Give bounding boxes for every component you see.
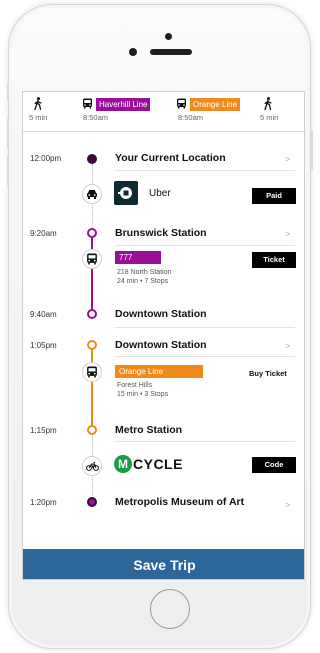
- trip-summary: 5 min Haverhill Line 8:50am Orange Line …: [23, 92, 304, 132]
- front-camera-icon: [165, 33, 172, 40]
- bus-icon: [82, 98, 93, 109]
- leg1-departure-time: 8:50am: [83, 113, 109, 122]
- mcycle-brand-text: CYCLE: [133, 456, 183, 472]
- divider: [115, 356, 295, 357]
- bus-duration: 24 min • 7 Stops: [117, 278, 169, 285]
- volume-up-button: [7, 118, 9, 148]
- walk-icon: [263, 97, 273, 110]
- route-777-badge: 777: [115, 251, 161, 264]
- sensor-icon: [129, 48, 137, 56]
- current-location-title[interactable]: Your Current Location: [115, 152, 226, 164]
- power-button: [311, 130, 313, 170]
- orange-line-badge: Orange Line: [190, 98, 241, 111]
- divider: [115, 327, 295, 328]
- metro-marker: [87, 425, 97, 435]
- car-icon: [87, 190, 97, 199]
- chevron-right-icon[interactable]: >: [285, 341, 290, 351]
- bike-mode-circle: [82, 456, 102, 476]
- app-screen: 5 min Haverhill Line 8:50am Orange Line …: [22, 91, 305, 580]
- volume-down-button: [7, 156, 9, 186]
- downtown-depart-title[interactable]: Downtown Station: [115, 339, 207, 351]
- bus-destination: 218 North Station: [117, 269, 172, 276]
- bus-icon: [87, 253, 97, 265]
- bus-icon: [176, 98, 187, 109]
- brunswick-title[interactable]: Brunswick Station: [115, 227, 207, 239]
- mute-switch: [7, 82, 9, 100]
- metro-title[interactable]: Metro Station: [115, 424, 182, 436]
- speaker-grille: [150, 49, 192, 55]
- metro-time: 1:15pm: [30, 426, 57, 435]
- car-mode-circle: [82, 184, 102, 204]
- current-location-time: 12:00pm: [30, 154, 62, 163]
- museum-marker: [87, 497, 97, 507]
- chevron-right-icon[interactable]: >: [285, 229, 290, 239]
- code-button[interactable]: Code: [252, 457, 296, 473]
- mcycle-logo-icon: M: [114, 455, 132, 473]
- walk-icon: [33, 97, 43, 110]
- walk-end-duration: 5 min: [260, 113, 279, 122]
- downtown-arrive-time: 9:40am: [30, 310, 57, 319]
- home-button[interactable]: [150, 589, 190, 629]
- uber-logo-icon: [114, 181, 138, 205]
- brunswick-time: 9:20am: [30, 229, 57, 238]
- downtown-depart-time: 1:05pm: [30, 341, 57, 350]
- museum-title[interactable]: Metropolis Museum of Art: [115, 496, 244, 508]
- orange-line-route-badge: Orange Line: [115, 365, 203, 378]
- bus-mode-circle: [82, 249, 102, 269]
- orange-destination: Forest Hills: [117, 382, 153, 389]
- current-location-marker: [87, 154, 97, 164]
- ticket-button[interactable]: Ticket: [252, 252, 296, 268]
- paid-button[interactable]: Paid: [252, 188, 296, 204]
- haverhill-line-badge: Haverhill Line: [96, 98, 151, 111]
- leg2-departure-time: 8:50am: [178, 113, 204, 122]
- purple-route-line: [91, 236, 93, 312]
- bicycle-icon: [86, 462, 99, 471]
- save-trip-button[interactable]: Save Trip: [23, 549, 304, 579]
- downtown-arrive-title[interactable]: Downtown Station: [115, 308, 207, 320]
- bus-mode-circle: [82, 362, 102, 382]
- buy-ticket-button[interactable]: Buy Ticket: [249, 369, 287, 378]
- divider: [115, 441, 295, 442]
- downtown-arrive-marker: [87, 309, 97, 319]
- museum-time: 1:20pm: [30, 498, 57, 507]
- uber-label: Uber: [149, 188, 171, 199]
- chevron-right-icon[interactable]: >: [285, 500, 290, 510]
- bus-icon: [87, 366, 97, 378]
- downtown-depart-marker: [87, 340, 97, 350]
- chevron-right-icon[interactable]: >: [285, 154, 290, 164]
- divider: [115, 245, 295, 246]
- orange-duration: 15 min • 3 Stops: [117, 391, 169, 398]
- divider: [115, 170, 295, 171]
- brunswick-marker: [87, 228, 97, 238]
- walk-start-duration: 5 min: [29, 113, 48, 122]
